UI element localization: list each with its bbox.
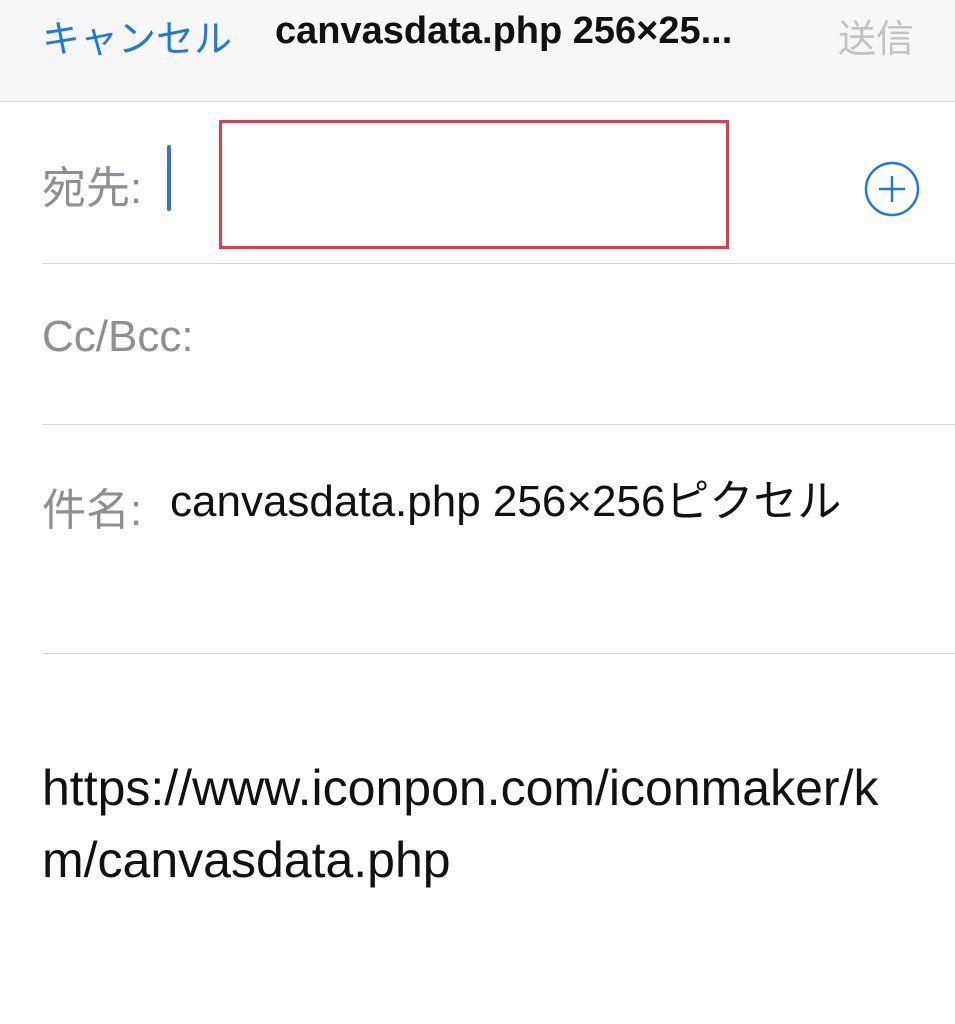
cancel-button[interactable]: キャンセル bbox=[42, 8, 232, 63]
cc-bcc-field[interactable]: Cc/Bcc: bbox=[42, 312, 194, 362]
add-contact-button[interactable] bbox=[864, 161, 920, 217]
subject-field-label: 件名: bbox=[42, 486, 143, 535]
highlight-annotation-box bbox=[219, 120, 729, 249]
send-button[interactable]: 送信 bbox=[838, 8, 914, 63]
text-cursor bbox=[167, 145, 171, 211]
message-body[interactable]: https://www.iconpon.com/iconmaker/km/can… bbox=[42, 752, 922, 896]
divider bbox=[42, 263, 955, 264]
plus-circle-icon bbox=[864, 161, 920, 217]
subject-field-value[interactable]: canvasdata.php 256×256ピクセル bbox=[170, 470, 870, 534]
navigation-bar: キャンセル canvasdata.php 256×25... 送信 bbox=[0, 0, 955, 102]
divider bbox=[42, 424, 955, 425]
mail-title: canvasdata.php 256×25... bbox=[275, 10, 733, 52]
divider bbox=[42, 653, 955, 654]
to-field-label: 宛先: bbox=[42, 164, 143, 213]
